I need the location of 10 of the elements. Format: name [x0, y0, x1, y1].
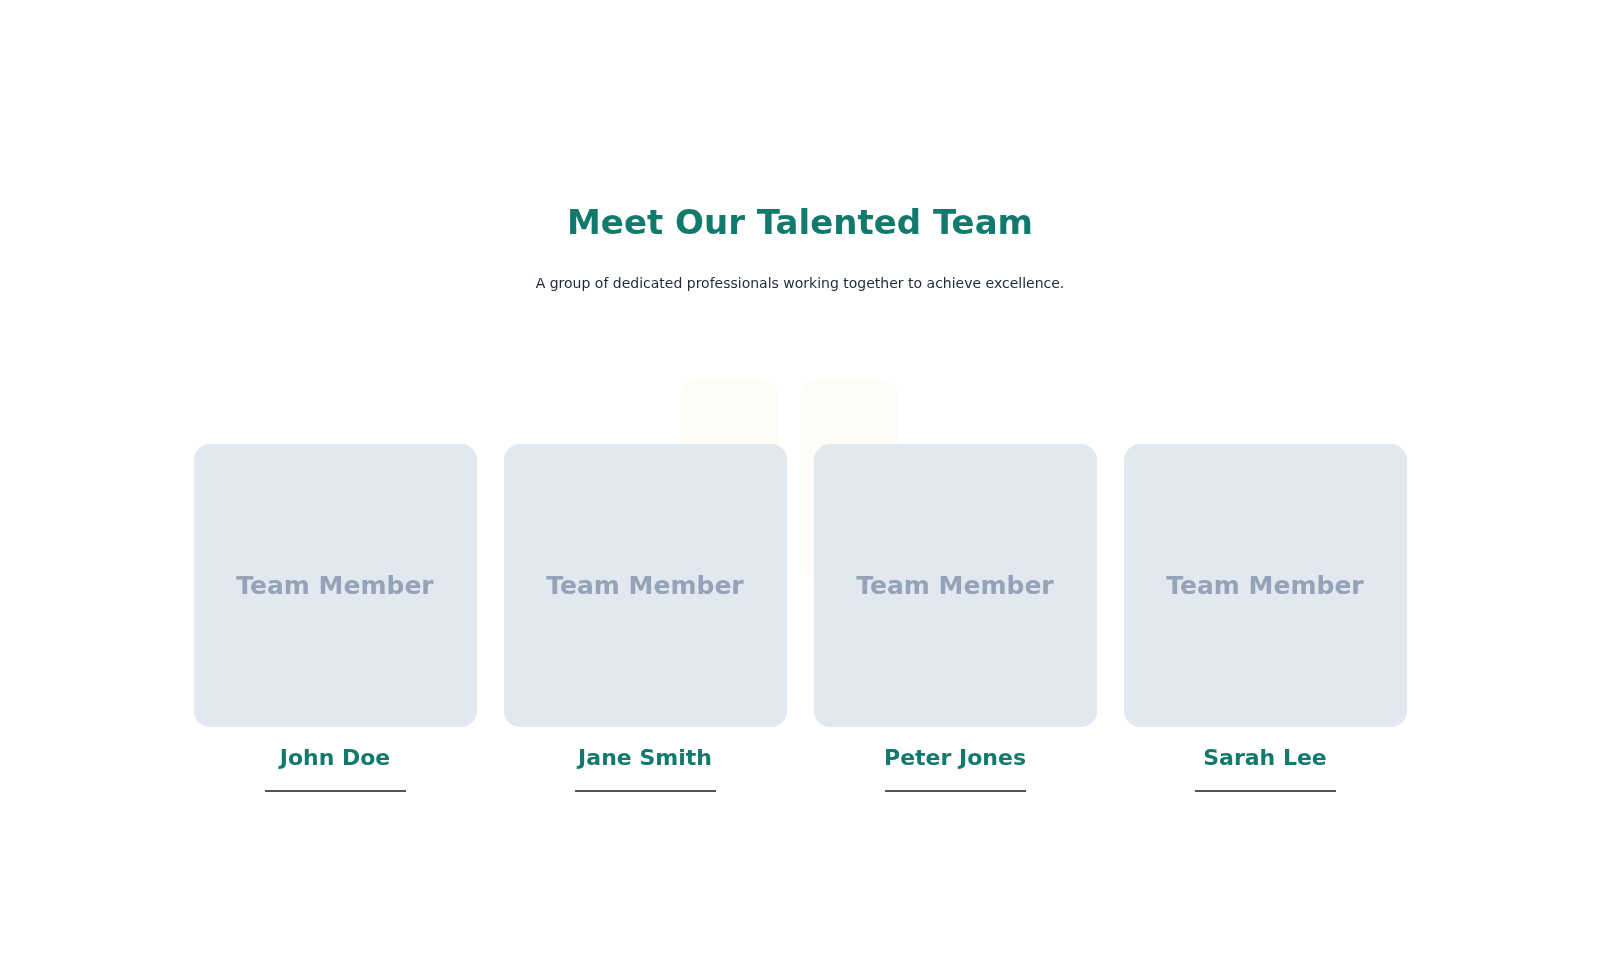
- placeholder-label: Team Member: [1166, 569, 1364, 602]
- section-subtitle: A group of dedicated professionals working together to achieve excellence.: [535, 274, 1065, 293]
- placeholder-label: Team Member: [236, 569, 434, 602]
- member-name: John Doe: [279, 744, 391, 772]
- member-name: Sarah Lee: [1203, 744, 1327, 772]
- placeholder-label: Team Member: [856, 569, 1054, 602]
- member-name: Jane Smith: [578, 744, 712, 772]
- placeholder-label: Team Member: [546, 569, 744, 602]
- member-name: Peter Jones: [884, 744, 1026, 772]
- section-heading: Meet Our Talented Team: [567, 201, 1033, 244]
